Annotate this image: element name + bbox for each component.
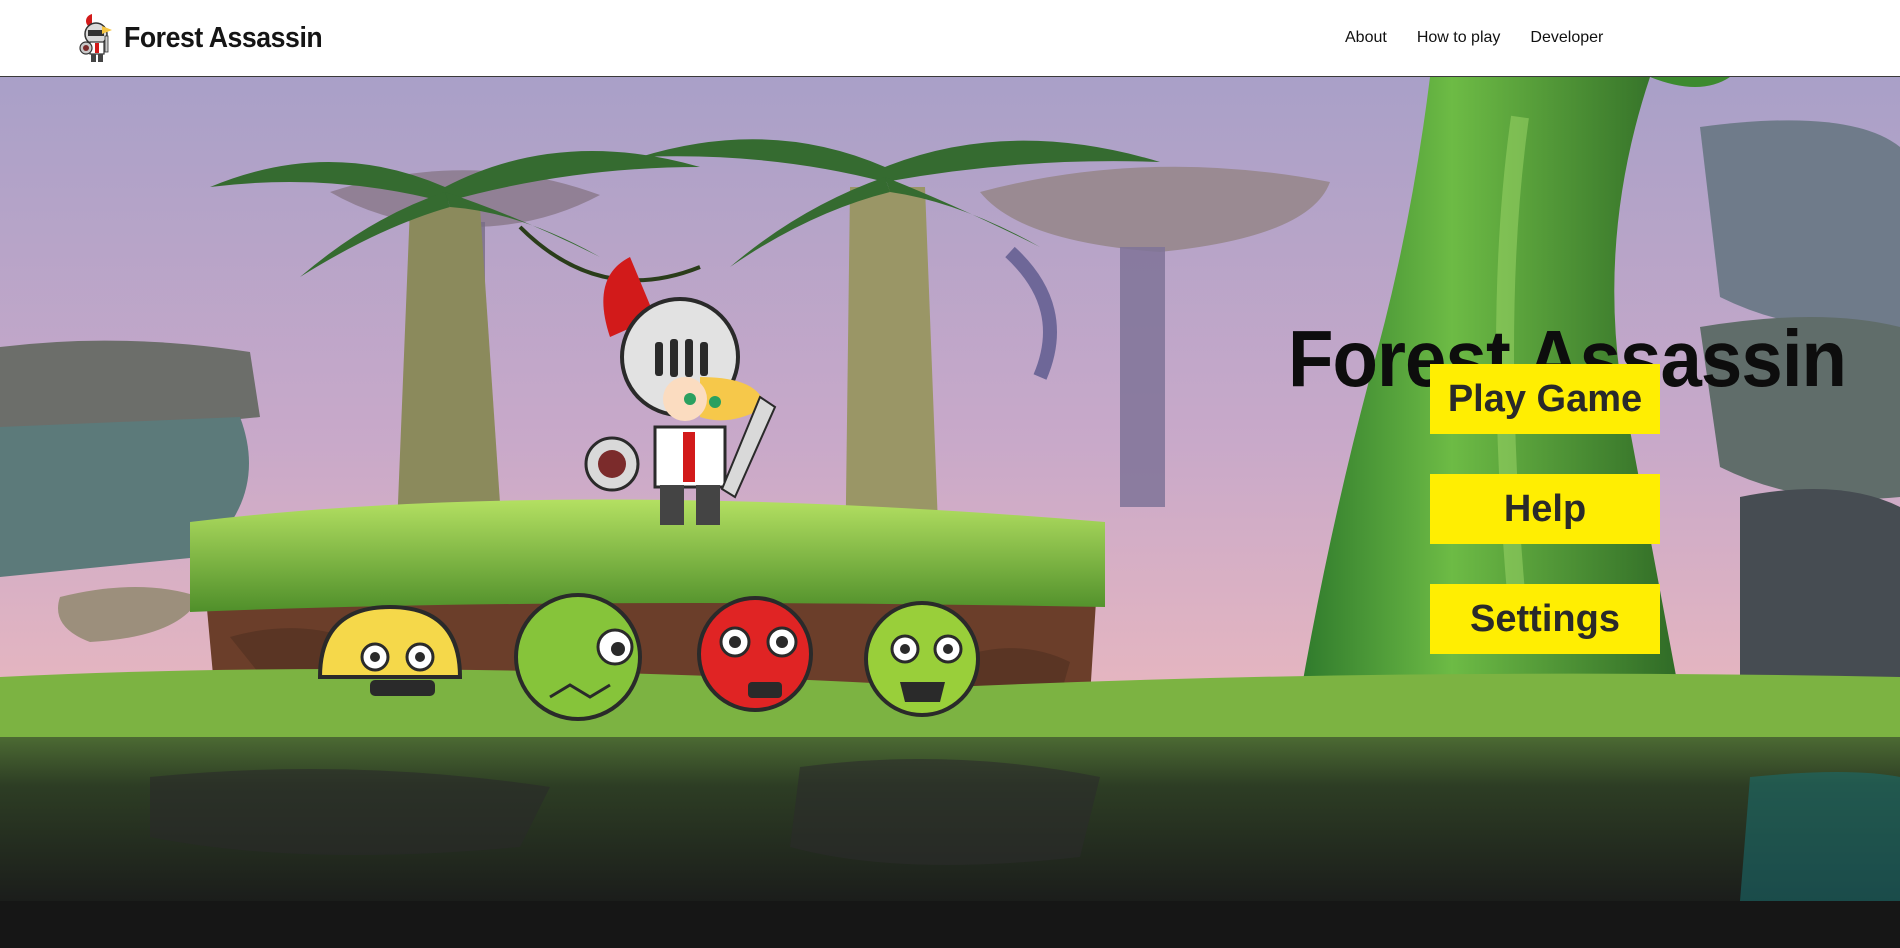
footer-bar (0, 901, 1900, 948)
help-button[interactable]: Help (1430, 474, 1660, 544)
nav-links: About How to play Developer (1345, 0, 1633, 76)
green-monster (514, 593, 642, 721)
game-canvas[interactable]: Forest Assassin Play Game Help Settings (0, 77, 1900, 901)
brand[interactable]: Forest Assassin (78, 12, 339, 64)
nav-link-developer[interactable]: Developer (1530, 29, 1603, 47)
spiky-green-monster (864, 601, 980, 717)
settings-button[interactable]: Settings (1430, 584, 1660, 654)
nav-link-about[interactable]: About (1345, 29, 1387, 47)
play-game-button[interactable]: Play Game (1430, 364, 1660, 434)
navbar: Forest Assassin About How to play Develo… (0, 0, 1900, 77)
red-monster (697, 596, 813, 712)
nav-link-how-to-play[interactable]: How to play (1417, 29, 1501, 47)
brand-title: Forest Assassin (124, 21, 323, 54)
knight-logo-icon (79, 14, 112, 62)
